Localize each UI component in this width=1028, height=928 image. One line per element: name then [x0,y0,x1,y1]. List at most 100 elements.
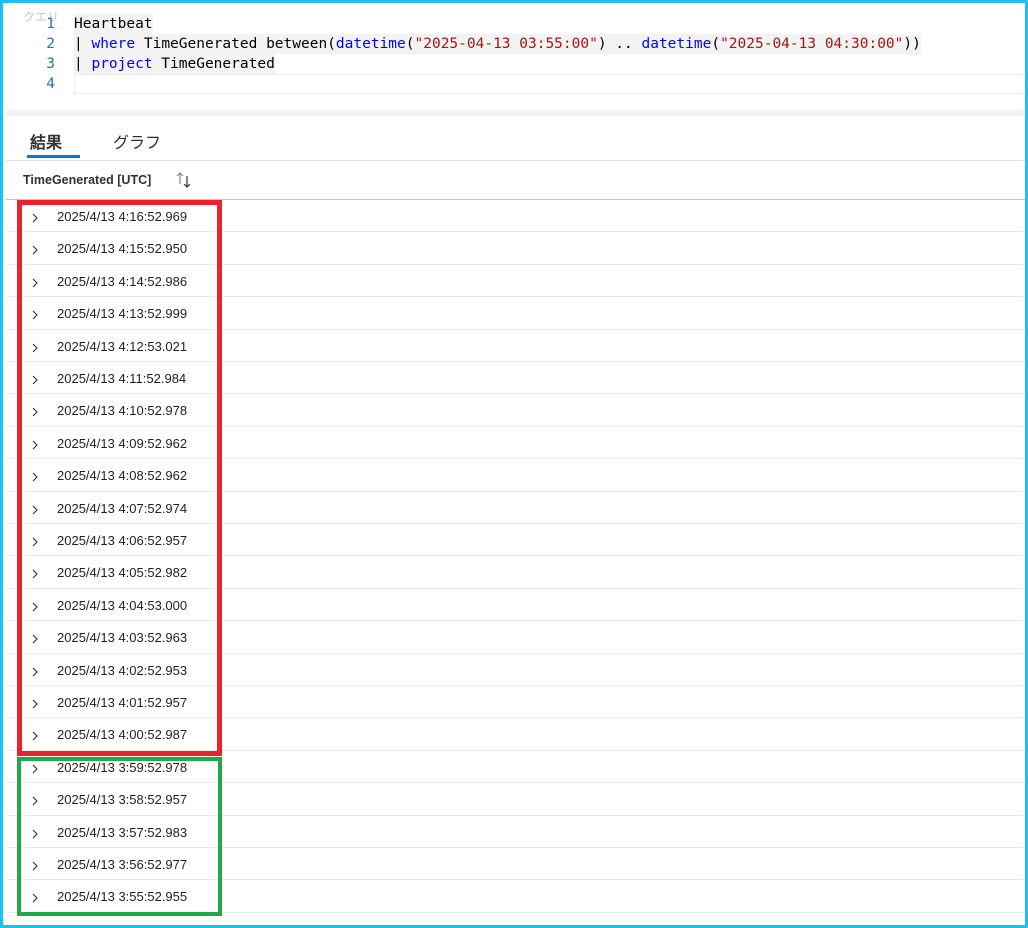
code-line[interactable]: 4 [6,74,1025,94]
chevron-right-icon[interactable] [29,598,41,612]
cell-timegenerated: 2025/4/13 3:56:52.977 [57,857,188,872]
table-row[interactable]: 2025/4/13 4:02:52.953 [6,654,1025,686]
code-token: datetime [335,36,406,52]
cell-timegenerated: 2025/4/13 4:09:52.962 [57,435,188,451]
table-row[interactable]: 2025/4/13 4:12:53.021 [6,330,1025,362]
table-row[interactable]: 2025/4/13 3:58:52.957 [6,783,1025,816]
table-row[interactable]: 2025/4/13 4:00:52.987 [6,718,1025,751]
code-token: )) [903,36,921,52]
chevron-right-icon[interactable] [29,274,41,288]
result-tabs: 結果 グラフ [6,116,1025,161]
cell-timegenerated: 2025/4/13 4:12:53.021 [57,338,188,354]
table-row[interactable]: 2025/4/13 4:11:52.984 [6,362,1025,395]
table-row[interactable]: 2025/4/13 4:06:52.957 [6,524,1025,557]
tab-chart[interactable]: グラフ [113,129,161,153]
code-text: | where TimeGenerated between(datetime("… [74,34,921,54]
cell-timegenerated: 2025/4/13 3:58:52.957 [57,792,188,808]
cell-timegenerated: 2025/4/13 4:03:52.963 [57,630,188,646]
cell-timegenerated: 2025/4/13 4:04:53.000 [57,597,188,613]
table-row[interactable]: 2025/4/13 4:10:52.978 [6,394,1025,427]
cell-timegenerated: 2025/4/13 3:59:52.978 [57,759,188,775]
sort-arrows-icon[interactable] [174,170,194,190]
chevron-right-icon[interactable] [29,501,41,514]
line-number: 3 [46,56,55,72]
cell-timegenerated: 2025/4/13 4:08:52.962 [57,468,188,484]
chevron-right-icon[interactable] [29,371,41,385]
cell-timegenerated: 2025/4/13 4:05:52.982 [57,565,188,581]
grid-header: TimeGenerated [UTC] [6,161,1025,200]
chevron-right-icon[interactable] [29,630,41,644]
cell-timegenerated: 2025/4/13 4:07:52.974 [57,500,188,516]
chevron-right-icon[interactable] [29,663,41,676]
line-number: 2 [46,36,55,52]
code-token: Heartbeat [74,16,153,32]
table-row[interactable]: 2025/4/13 4:03:52.963 [6,621,1025,654]
line-number: 4 [46,76,55,92]
cell-timegenerated: 2025/4/13 4:11:52.984 [57,371,187,386]
code-token: ) .. [597,36,642,52]
code-token: | [74,56,92,72]
code-token: ( [711,36,721,52]
active-tab-indicator [27,155,80,158]
table-row[interactable]: 2025/4/13 3:56:52.977 [6,848,1025,881]
chevron-right-icon[interactable] [29,792,41,806]
code-token: "2025-04-13 04:30:00" [720,36,904,52]
table-row[interactable]: 2025/4/13 3:55:52.955 [6,880,1025,913]
code-token: datetime [641,36,712,52]
table-row[interactable]: 2025/4/13 4:16:52.969 [6,200,1025,233]
chevron-right-icon[interactable] [29,339,41,352]
cell-timegenerated: 2025/4/13 4:02:52.953 [57,662,188,678]
cell-timegenerated: 2025/4/13 4:13:52.999 [57,306,188,322]
table-row[interactable]: 2025/4/13 4:13:52.999 [6,297,1025,330]
code-text: | project TimeGenerated [74,54,275,74]
chevron-right-icon[interactable] [29,403,41,417]
cell-timegenerated: 2025/4/13 4:16:52.969 [57,209,188,224]
table-row[interactable]: 2025/4/13 3:57:52.983 [6,816,1025,848]
chevron-right-icon[interactable] [29,565,41,579]
cell-timegenerated: 2025/4/13 4:01:52.957 [57,695,188,710]
cell-timegenerated: 2025/4/13 3:57:52.983 [57,824,188,840]
chevron-right-icon[interactable] [29,306,41,320]
table-row[interactable]: 2025/4/13 4:15:52.950 [6,232,1025,265]
code-token: | [74,36,92,52]
code-line[interactable]: 2 | where TimeGenerated between(datetime(… [6,34,1025,54]
query-editor[interactable]: クエリ 1 Heartbeat 2 | where TimeGenerated bet… [6,6,1025,110]
line-number: 1 [46,16,55,32]
code-token: TimeGenerated between( [135,36,336,52]
code-line[interactable]: 3 | project TimeGenerated [6,54,1025,74]
table-row[interactable]: 2025/4/13 4:01:52.957 [6,686,1025,719]
tab-results[interactable]: 結果 [30,129,62,153]
code-token: ( [405,36,415,52]
chevron-right-icon[interactable] [29,889,41,903]
code-line[interactable]: 1 Heartbeat [6,14,1025,34]
cell-timegenerated: 2025/4/13 4:15:52.950 [57,241,188,257]
chevron-right-icon[interactable] [29,468,41,482]
window-frame: クエリ 1 Heartbeat 2 | where TimeGenerated bet… [0,0,1028,928]
code-token: project [91,56,153,72]
results-grid: 2025/4/13 4:16:52.969 2025/4/13 4:15:52.9… [6,200,1025,925]
table-row[interactable]: 2025/4/13 4:08:52.962 [6,459,1025,492]
chevron-right-icon[interactable] [29,209,41,223]
chevron-right-icon[interactable] [29,241,41,255]
cell-timegenerated: 2025/4/13 4:06:52.957 [57,533,188,548]
table-row[interactable]: 2025/4/13 4:04:53.000 [6,589,1025,622]
cell-timegenerated: 2025/4/13 3:55:52.955 [57,889,188,905]
chevron-right-icon[interactable] [29,825,41,838]
table-row[interactable]: 2025/4/13 3:59:52.978 [6,751,1025,784]
code-token: "2025-04-13 03:55:00" [414,36,598,52]
chevron-right-icon[interactable] [29,695,41,709]
cell-timegenerated: 2025/4/13 4:14:52.986 [57,273,188,289]
chevron-right-icon[interactable] [29,727,41,741]
chevron-right-icon[interactable] [29,533,41,547]
chevron-right-icon[interactable] [29,760,41,774]
column-header-timegenerated[interactable]: TimeGenerated [UTC] [23,173,151,187]
chevron-right-icon[interactable] [29,857,41,871]
table-row[interactable]: 2025/4/13 4:07:52.974 [6,492,1025,524]
table-row[interactable]: 2025/4/13 4:14:52.986 [6,265,1025,298]
table-row[interactable]: 2025/4/13 4:09:52.962 [6,427,1025,460]
code-token: TimeGenerated [152,56,275,72]
chevron-right-icon[interactable] [29,436,41,450]
table-row[interactable]: 2025/4/13 4:05:52.982 [6,556,1025,589]
cell-timegenerated: 2025/4/13 4:00:52.987 [57,727,188,743]
cell-timegenerated: 2025/4/13 4:10:52.978 [57,403,188,419]
